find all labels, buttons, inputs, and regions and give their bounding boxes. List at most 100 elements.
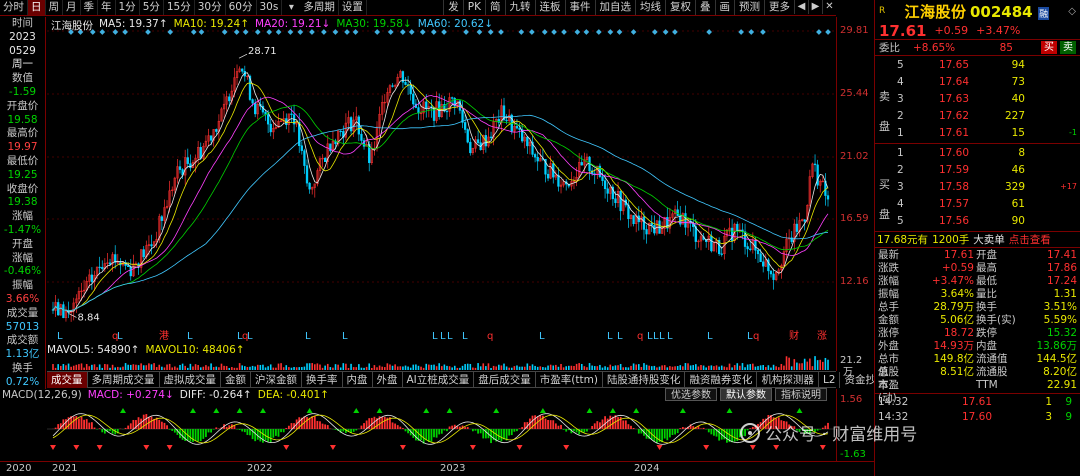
volume-bar (319, 364, 321, 370)
period-tab[interactable]: 5分 (140, 0, 164, 15)
pin-icon[interactable]: ◇ (1068, 6, 1076, 17)
indicator-tab[interactable]: 融资融券变化 (685, 371, 758, 388)
indicator-tab[interactable]: 陆股通持股变化 (603, 371, 686, 388)
toolbar-action-button[interactable]: 九转 (504, 0, 535, 15)
indicator-tab[interactable]: 盘后成交量 (474, 371, 536, 388)
period-tab[interactable]: 30s (257, 0, 283, 15)
volume-bar (337, 364, 339, 370)
period-tab[interactable]: 多周期 (300, 0, 339, 15)
indicator-tab[interactable]: 多周期成交量 (88, 371, 160, 388)
volume-bar (179, 364, 181, 370)
indicator-tab[interactable]: 内盘 (343, 371, 373, 388)
ask-level-row[interactable]: 1 17.61 15 -1 (875, 124, 1080, 141)
volume-bar (254, 366, 256, 370)
ask-level-row[interactable]: 3 17.63 40 (875, 90, 1080, 107)
kline-chart[interactable]: 江海股份 MA5: 19.37↑ MA10: 19.24↑ MA20: 19.21↓ M… (47, 17, 836, 343)
macd-param-button[interactable]: 指标说明 (775, 388, 827, 401)
volume-bar (715, 365, 718, 370)
toolbar-action-button[interactable]: 叠 (695, 0, 715, 15)
stat-row: 市盈(动) TTM 22.91 (875, 379, 1080, 404)
period-tab[interactable]: 周 (46, 0, 63, 15)
volume-bar (295, 367, 298, 370)
period-tab[interactable]: 30分 (195, 0, 226, 15)
stock-title[interactable]: 江海股份 002484 融 (904, 1, 1050, 22)
period-tab[interactable]: 分时 (0, 0, 28, 15)
volume-bar (83, 367, 85, 370)
period-tab[interactable]: 季 (81, 0, 98, 15)
indicator-tab[interactable]: 金额 (221, 371, 251, 388)
macd-histogram-bar (539, 415, 542, 429)
indicator-tab[interactable]: L2 (819, 371, 841, 388)
volume-bar (526, 363, 529, 370)
volume-bar (391, 365, 394, 370)
candle-body (762, 261, 765, 267)
macd-param-button[interactable]: 默认参数 (720, 388, 772, 401)
indicator-tab[interactable]: 机构探测器 (757, 371, 819, 388)
ask-level-row[interactable]: 5 17.65 94 (875, 56, 1080, 73)
toolbar-action-button[interactable]: 发 (443, 0, 463, 15)
volume-bar (578, 363, 580, 370)
tick-row[interactable]: 14:32 17.61 1 9 (875, 395, 1080, 410)
kline-svg[interactable]: 28.718.84L qL 港 L LqL L L L L L Lq L L Lq L L L L L Lq 财涨 (47, 17, 836, 343)
indicator-tab[interactable]: 虚拟成交量 (160, 371, 221, 388)
close-icon[interactable]: ✕ (822, 0, 836, 14)
bid-level-row[interactable]: 5 17.56 90 (875, 212, 1080, 229)
indicator-tab[interactable]: 成交量 (47, 371, 88, 388)
toolbar-action-button[interactable]: 画 (714, 0, 735, 15)
toolbar-action-button[interactable]: 复权 (665, 0, 695, 15)
toolbar-action-button[interactable]: 事件 (564, 0, 595, 15)
bid-level-row[interactable]: 3 17.58 329 +17 (875, 178, 1080, 195)
indicator-tab[interactable]: 外盘 (373, 371, 403, 388)
bid-level-row[interactable]: 1 17.60 8 (875, 144, 1080, 161)
toolbar-action-button[interactable]: 加自选 (594, 0, 636, 15)
macd-histogram-bar (707, 429, 710, 433)
ask-level-row[interactable]: 2 17.62 227 (875, 107, 1080, 124)
volume-bar (666, 367, 669, 370)
period-tab[interactable]: 日 (28, 0, 46, 15)
indicator-tab[interactable]: AI立桩成交量 (403, 371, 475, 388)
volume-bar (601, 367, 604, 370)
vol-legend-item: MAVOL5: 54890↑ (47, 344, 140, 356)
indicator-tab[interactable]: 换手率 (302, 371, 343, 388)
volume-bar (267, 366, 269, 370)
info-row: 1.13亿 (5, 348, 40, 361)
period-tab[interactable]: 设置 (339, 0, 367, 15)
period-tab[interactable]: 月 (63, 0, 81, 15)
chevron-right-icon[interactable]: ▶ (808, 0, 822, 14)
sell-button[interactable]: 卖 (1060, 41, 1076, 54)
volume-bar (324, 365, 326, 370)
macd-param-button[interactable]: 优选参数 (665, 388, 717, 401)
bid-level-row[interactable]: 2 17.59 46 (875, 161, 1080, 178)
period-tab[interactable]: 年 (98, 0, 116, 15)
period-tab[interactable]: 15分 (164, 0, 195, 15)
stat-label: TTM (976, 379, 998, 391)
dropdown-icon[interactable]: ▾ (284, 2, 298, 14)
macd-histogram-bar (163, 422, 166, 429)
indicator-tab[interactable]: 市盈率(ttm) (536, 371, 603, 388)
volume-bar (65, 365, 67, 370)
toolbar-action-button[interactable]: 简 (485, 0, 505, 15)
banner-link[interactable]: 点击查看 (1009, 232, 1051, 247)
macd-signal-arrow (283, 445, 290, 450)
volume-bar (482, 363, 485, 370)
buy-button[interactable]: 买 (1041, 41, 1057, 54)
volume-bar (262, 364, 264, 370)
period-tab[interactable]: 60分 (226, 0, 257, 15)
volume-bar (430, 364, 433, 370)
volume-bar (277, 363, 280, 370)
volume-bar (301, 367, 303, 370)
toolbar-action-button[interactable]: 预测 (734, 0, 764, 15)
ask-level-row[interactable]: 4 17.64 73 (875, 73, 1080, 90)
volume-bar (542, 367, 544, 370)
chevron-left-icon[interactable]: ◀ (794, 0, 808, 14)
macd-histogram-bar (394, 423, 397, 429)
toolbar-action-button[interactable]: 均线 (635, 0, 665, 15)
bid-level-row[interactable]: 4 17.57 61 (875, 195, 1080, 212)
volume-bar (679, 365, 682, 370)
macd-signal-arrow (143, 445, 150, 450)
toolbar-action-button[interactable]: 更多 (764, 0, 794, 15)
indicator-tab[interactable]: 沪深金额 (251, 371, 302, 388)
period-tab[interactable]: 1分 (116, 0, 140, 15)
toolbar-action-button[interactable]: 连板 (534, 0, 565, 15)
toolbar-action-button[interactable]: PK (462, 0, 485, 15)
